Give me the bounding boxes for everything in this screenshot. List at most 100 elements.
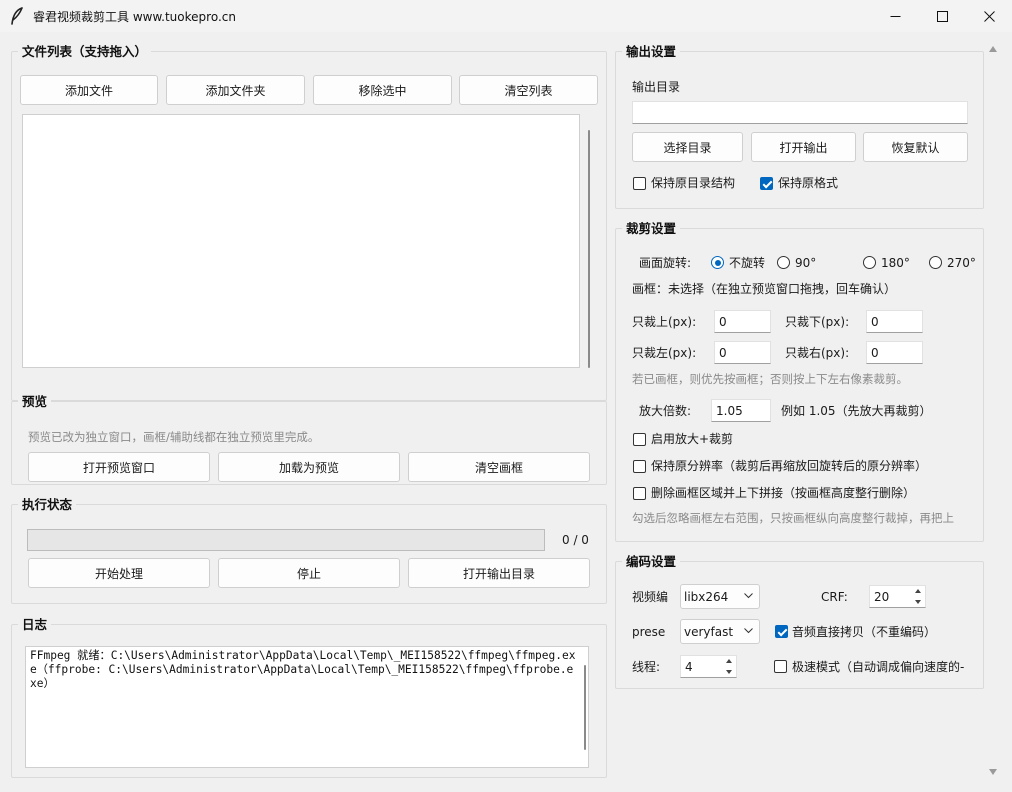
content-area: 文件列表（支持拖入） 添加文件 添加文件夹 移除选中 清空列表 预览 预览已改为… — [0, 32, 1012, 792]
zoom-field[interactable]: 1.05 — [711, 399, 771, 422]
fast-mode-checkbox[interactable] — [774, 660, 787, 673]
rotate-180-radio[interactable] — [863, 256, 876, 269]
close-icon[interactable] — [966, 0, 1012, 32]
delete-splice-label: 删除画框区域并上下拼接（按画框高度整行删除） — [651, 486, 916, 500]
keep-structure-checkbox[interactable] — [633, 177, 646, 190]
preset-value: veryfast — [684, 625, 734, 639]
crop-bottom-label: 只裁下(px): — [785, 315, 850, 329]
delete-splice-checkbox[interactable] — [633, 487, 646, 500]
preset-select[interactable]: veryfast — [680, 619, 760, 644]
remove-selected-button[interactable]: 移除选中 — [313, 75, 452, 105]
file-list-scrollbar[interactable] — [588, 130, 590, 368]
file-list-title: 文件列表（支持拖入） — [18, 43, 152, 60]
codec-value: libx264 — [684, 590, 729, 604]
keep-structure-label: 保持原目录结构 — [651, 176, 736, 190]
open-preview-window-button[interactable]: 打开预览窗口 — [28, 452, 210, 482]
crop-title: 裁剪设置 — [622, 220, 681, 237]
open-output-button[interactable]: 打开输出 — [751, 132, 856, 162]
scroll-up-icon[interactable] — [989, 46, 997, 52]
status-group: 执行状态 0 / 0 开始处理 停止 打开输出目录 — [11, 496, 607, 604]
add-folder-button[interactable]: 添加文件夹 — [166, 75, 305, 105]
crop-bottom-field[interactable]: 0 — [866, 310, 923, 333]
codec-select[interactable]: libx264 — [680, 584, 760, 609]
rotate-180-label: 180° — [881, 256, 910, 270]
chevron-down-icon — [744, 593, 753, 599]
log-scrollbar[interactable] — [584, 665, 586, 750]
preview-group: 预览 预览已改为独立窗口，画框/辅助线都在独立预览里完成。 打开预览窗口 加载为… — [11, 393, 607, 485]
stop-button[interactable]: 停止 — [218, 558, 400, 588]
threads-label: 线程: — [632, 660, 661, 674]
audio-copy-label: 音频直接拷贝（不重编码） — [792, 625, 937, 639]
up-arrow-icon[interactable] — [915, 589, 921, 593]
add-file-button[interactable]: 添加文件 — [20, 75, 158, 105]
threads-spinbox[interactable]: 4 — [680, 655, 737, 678]
log-title: 日志 — [18, 616, 52, 633]
px-hint: 若已画框，则优先按画框；否则按上下左右像素裁剪。 — [632, 372, 908, 386]
output-title: 输出设置 — [622, 43, 681, 60]
crop-top-field[interactable]: 0 — [714, 310, 771, 333]
crf-value: 20 — [874, 590, 890, 604]
rotate-270-label: 270° — [947, 256, 976, 270]
clear-frame-button[interactable]: 清空画框 — [408, 452, 590, 482]
start-button[interactable]: 开始处理 — [28, 558, 210, 588]
splice-hint: 勾选后忽略画框左右范围，只按画框纵向高度整行裁掉，再把上 — [632, 511, 954, 525]
zoom-label: 放大倍数: — [639, 404, 692, 418]
threads-spin-arrows[interactable] — [724, 657, 734, 676]
keep-resolution-label: 保持原分辨率（裁剪后再缩放回旋转后的原分辨率） — [651, 459, 928, 473]
minimize-icon[interactable] — [872, 0, 918, 32]
zoom-hint: 例如 1.05（先放大再裁剪） — [781, 404, 932, 418]
preview-title: 预览 — [18, 393, 52, 410]
fast-mode-label: 极速模式（自动调成偏向速度的- — [792, 660, 965, 674]
scroll-down-icon[interactable] — [989, 769, 997, 775]
crf-spin-arrows[interactable] — [913, 587, 923, 606]
keep-format-label: 保持原格式 — [778, 176, 839, 190]
frame-status-text: 画框：未选择（在独立预览窗口拖拽，回车确认） — [632, 282, 897, 296]
output-dir-field[interactable] — [632, 101, 968, 124]
title-bar: 睿君视频裁剪工具 www.tuokepro.cn — [0, 0, 1012, 32]
log-text[interactable]: FFmpeg 就绪：C:\Users\Administrator\AppData… — [25, 646, 589, 768]
choose-dir-button[interactable]: 选择目录 — [632, 132, 743, 162]
encode-title: 编码设置 — [622, 553, 681, 570]
crop-right-label: 只裁右(px): — [785, 346, 850, 360]
restore-default-button[interactable]: 恢复默认 — [863, 132, 968, 162]
crop-left-field[interactable]: 0 — [714, 341, 771, 364]
rotate-none-radio[interactable] — [711, 256, 724, 269]
chevron-down-icon — [744, 628, 753, 634]
rotate-none-label: 不旋转 — [729, 256, 766, 270]
crop-top-label: 只裁上(px): — [632, 315, 697, 329]
up-arrow-icon[interactable] — [726, 659, 732, 663]
clear-list-button[interactable]: 清空列表 — [459, 75, 598, 105]
crop-group: 裁剪设置 画面旋转: 不旋转 90° 180° 270° 画框：未选择（在独立预… — [615, 220, 984, 542]
progress-bar — [27, 529, 545, 551]
file-listbox[interactable] — [22, 114, 580, 368]
rotate-270-radio[interactable] — [929, 256, 942, 269]
feather-icon — [10, 7, 26, 25]
load-preview-button[interactable]: 加载为预览 — [218, 452, 400, 482]
rotate-90-radio[interactable] — [777, 256, 790, 269]
status-title: 执行状态 — [18, 496, 77, 513]
keep-resolution-checkbox[interactable] — [633, 460, 646, 473]
keep-format-checkbox[interactable] — [760, 177, 773, 190]
maximize-icon[interactable] — [919, 0, 965, 32]
log-group: 日志 FFmpeg 就绪：C:\Users\Administrator\AppD… — [11, 616, 607, 778]
threads-value: 4 — [685, 660, 693, 674]
enable-zoom-label: 启用放大+裁剪 — [651, 432, 734, 446]
crop-right-field[interactable]: 0 — [866, 341, 923, 364]
codec-label: 视频编 — [632, 590, 669, 604]
open-output-dir-button[interactable]: 打开输出目录 — [408, 558, 590, 588]
encode-group: 编码设置 视频编 libx264 CRF: 20 prese veryfast … — [615, 553, 984, 689]
crf-label: CRF: — [821, 590, 848, 604]
preview-hint: 预览已改为独立窗口，画框/辅助线都在独立预览里完成。 — [28, 430, 320, 444]
output-dir-label: 输出目录 — [632, 80, 681, 94]
crf-spinbox[interactable]: 20 — [869, 585, 926, 608]
rotate-label: 画面旋转: — [639, 256, 692, 270]
down-arrow-icon[interactable] — [726, 670, 732, 674]
enable-zoom-checkbox[interactable] — [633, 433, 646, 446]
file-list-group: 文件列表（支持拖入） 添加文件 添加文件夹 移除选中 清空列表 — [11, 43, 607, 401]
rotate-90-label: 90° — [795, 256, 817, 270]
audio-copy-checkbox[interactable] — [775, 625, 788, 638]
window-title: 睿君视频裁剪工具 www.tuokepro.cn — [33, 10, 236, 24]
crop-left-label: 只裁左(px): — [632, 346, 697, 360]
preset-label: prese — [632, 625, 666, 639]
down-arrow-icon[interactable] — [915, 600, 921, 604]
